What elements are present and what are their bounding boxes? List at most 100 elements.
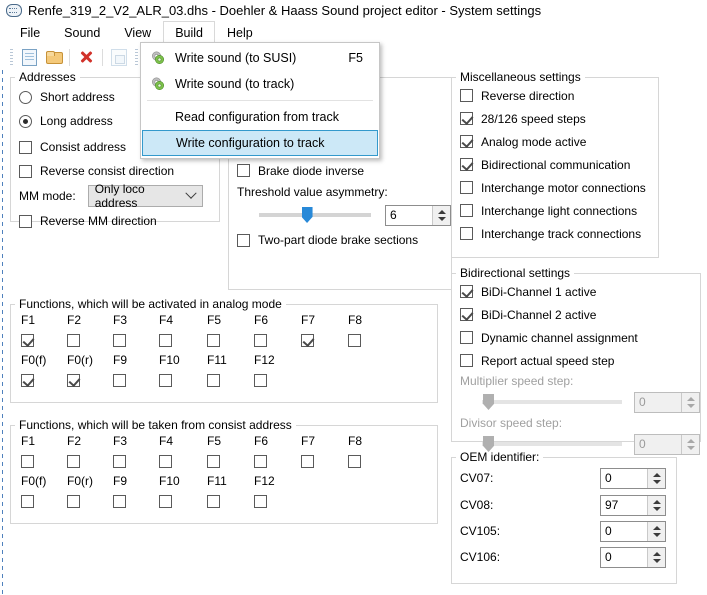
reverse-consist-direction-checkbox[interactable]: Reverse consist direction: [19, 160, 219, 182]
spinner-buttons[interactable]: [681, 434, 699, 454]
function-checkbox-wrap[interactable]: [159, 450, 172, 472]
function-checkbox-wrap[interactable]: [21, 369, 34, 391]
function-checkbox-wrap[interactable]: [21, 450, 34, 472]
function-checkbox-wrap[interactable]: [21, 490, 34, 512]
spinner-up-icon[interactable]: [648, 496, 665, 506]
function-checkbox-wrap[interactable]: [67, 369, 80, 391]
function-checkbox-wrap[interactable]: [254, 369, 267, 391]
spinner-buttons[interactable]: [647, 495, 665, 515]
toolbar-grip[interactable]: [10, 49, 13, 65]
menu-item-write-sound-track[interactable]: Write sound (to track): [141, 71, 379, 97]
spinner-down-icon[interactable]: [433, 215, 450, 225]
cv07-spinbox[interactable]: 0: [600, 467, 666, 489]
brake-diode-inverse-checkbox[interactable]: Brake diode inverse: [237, 159, 451, 182]
spinner-down-icon[interactable]: [648, 505, 665, 515]
cv106-spinbox[interactable]: 0: [600, 546, 666, 568]
function-checkbox-wrap[interactable]: [113, 369, 126, 391]
function-checkbox-wrap[interactable]: [207, 490, 220, 512]
function-checkbox-wrap[interactable]: [207, 329, 220, 351]
function-checkbox-wrap[interactable]: [301, 450, 314, 472]
dynamic-channel-assignment-checkbox[interactable]: Dynamic channel assignment: [460, 326, 700, 349]
spinner-up-icon[interactable]: [682, 435, 699, 445]
spinner-down-icon[interactable]: [682, 444, 699, 454]
multiplier-value: 0: [639, 395, 646, 409]
checkbox-indicator: [460, 354, 473, 367]
function-checkbox-wrap[interactable]: [67, 329, 80, 351]
function-checkbox-wrap[interactable]: [159, 329, 172, 351]
function-checkbox-wrap[interactable]: [113, 450, 126, 472]
menu-file-label: File: [20, 26, 41, 40]
two-part-diode-checkbox[interactable]: Two-part diode brake sections: [237, 228, 451, 252]
spinner-down-icon[interactable]: [648, 478, 665, 488]
spinner-up-icon[interactable]: [433, 206, 450, 216]
new-file-button[interactable]: [17, 46, 41, 68]
bidi-channel-1-checkbox[interactable]: BiDi-Channel 1 active: [460, 280, 700, 303]
function-label: F9: [113, 353, 128, 367]
spinner-up-icon[interactable]: [682, 393, 699, 403]
menu-file[interactable]: File: [8, 21, 52, 44]
spinner-down-icon[interactable]: [648, 531, 665, 541]
spinner-up-icon[interactable]: [648, 469, 665, 479]
misc-item-interchange-track[interactable]: Interchange track connections: [460, 222, 658, 245]
report-actual-speed-step-checkbox[interactable]: Report actual speed step: [460, 349, 700, 372]
cv105-spinbox[interactable]: 0: [600, 520, 666, 542]
save-file-button[interactable]: [107, 46, 131, 68]
spinner-down-icon[interactable]: [648, 557, 665, 567]
misc-item-interchange-motor[interactable]: Interchange motor connections: [460, 176, 658, 199]
slider-thumb[interactable]: [483, 394, 494, 410]
spinner-buttons[interactable]: [647, 468, 665, 488]
delete-button[interactable]: [74, 46, 98, 68]
function-checkbox-wrap[interactable]: [301, 329, 314, 351]
function-checkbox-wrap[interactable]: [207, 450, 220, 472]
open-file-button[interactable]: [41, 46, 65, 68]
menu-item-write-sound-susi[interactable]: Write sound (to SUSI) F5: [141, 45, 379, 71]
spinner-buttons[interactable]: [432, 205, 450, 225]
menu-build[interactable]: Build: [163, 21, 215, 44]
function-checkbox-wrap[interactable]: [21, 329, 34, 351]
function-label: F9: [113, 474, 128, 488]
function-checkbox-wrap[interactable]: [113, 490, 126, 512]
function-checkbox-wrap[interactable]: [67, 450, 80, 472]
function-checkbox-wrap[interactable]: [254, 490, 267, 512]
misc-item-speed-steps[interactable]: 28/126 speed steps: [460, 107, 658, 130]
misc-item-analog-mode[interactable]: Analog mode active: [460, 130, 658, 153]
threshold-spinbox[interactable]: 6: [385, 204, 451, 226]
slider-thumb[interactable]: [301, 207, 313, 223]
menu-sound[interactable]: Sound: [52, 21, 112, 44]
menu-view[interactable]: View: [112, 21, 163, 44]
multiplier-spinbox[interactable]: 0: [634, 391, 700, 413]
function-checkbox-wrap[interactable]: [159, 369, 172, 391]
threshold-slider[interactable]: [259, 207, 371, 223]
cv08-spinbox[interactable]: 97: [600, 494, 666, 516]
function-checkbox-wrap[interactable]: [159, 490, 172, 512]
function-cell-f12: F12: [254, 351, 301, 391]
spinner-buttons[interactable]: [647, 547, 665, 567]
misc-item-bidirectional-communication[interactable]: Bidirectional communication: [460, 153, 658, 176]
spinner-buttons[interactable]: [681, 392, 699, 412]
multiplier-slider[interactable]: [482, 394, 622, 410]
function-checkbox-wrap[interactable]: [254, 329, 267, 351]
misc-item-interchange-light[interactable]: Interchange light connections: [460, 199, 658, 222]
function-checkbox-wrap[interactable]: [348, 329, 361, 351]
function-checkbox-wrap[interactable]: [348, 450, 361, 472]
toolbar-grip-2[interactable]: [135, 49, 138, 65]
checkbox-indicator: [254, 373, 267, 387]
spinner-up-icon[interactable]: [648, 548, 665, 558]
function-checkbox-wrap[interactable]: [254, 450, 267, 472]
menu-item-write-configuration[interactable]: Write configuration to track: [142, 130, 378, 156]
mm-mode-select[interactable]: Only loco address: [87, 182, 203, 210]
menu-item-read-configuration[interactable]: Read configuration from track: [141, 104, 379, 130]
function-cell-f9: F9: [113, 472, 159, 512]
function-checkbox-wrap[interactable]: [207, 369, 220, 391]
spinner-up-icon[interactable]: [648, 522, 665, 532]
function-label: F10: [159, 353, 180, 367]
bidi-channel-2-checkbox[interactable]: BiDi-Channel 2 active: [460, 303, 700, 326]
spinner-buttons[interactable]: [647, 521, 665, 541]
spinner-down-icon[interactable]: [682, 402, 699, 412]
menu-help[interactable]: Help: [215, 21, 265, 44]
reverse-mm-direction-checkbox[interactable]: Reverse MM direction: [19, 210, 219, 232]
function-checkbox-wrap[interactable]: [113, 329, 126, 351]
function-checkbox-wrap[interactable]: [67, 490, 80, 512]
functions-consist-legend: Functions, which will be taken from cons…: [19, 418, 292, 432]
misc-item-reverse-direction[interactable]: Reverse direction: [460, 84, 658, 107]
